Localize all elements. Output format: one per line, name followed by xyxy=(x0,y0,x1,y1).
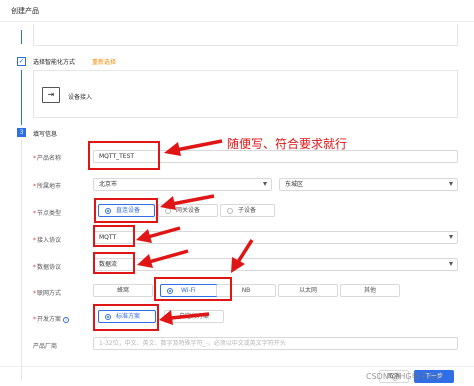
annotation-text: 随便写、符合要求就行 xyxy=(227,137,348,151)
annotation-arrows xyxy=(136,139,254,325)
